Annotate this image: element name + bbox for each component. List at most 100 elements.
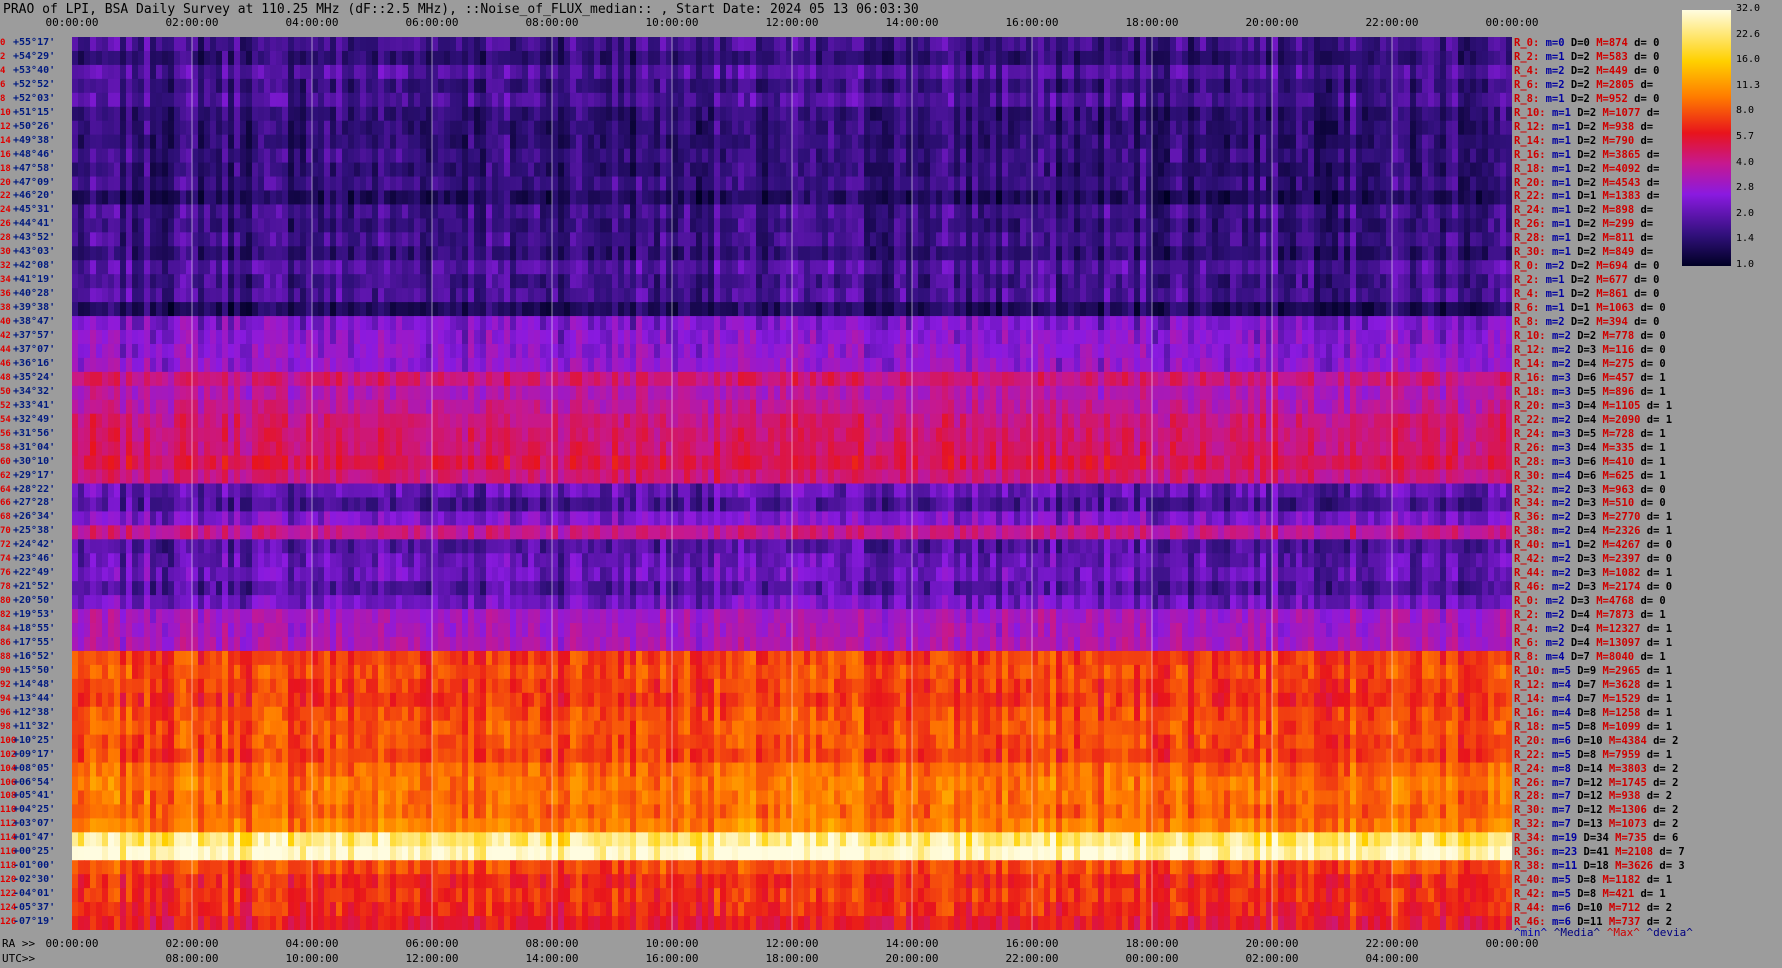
heatmap-cell — [450, 274, 457, 289]
heatmap-cell — [1224, 176, 1231, 192]
heatmap-cell — [480, 246, 487, 261]
heatmap-cell — [1500, 162, 1507, 178]
heatmap-cell — [738, 288, 745, 303]
heatmap-cell — [582, 190, 589, 206]
heatmap-cell — [600, 218, 607, 233]
heatmap-cell — [1302, 120, 1309, 136]
heatmap-cell — [522, 162, 529, 178]
heatmap-cell — [1236, 274, 1243, 289]
declination-label: 120-02°30' — [0, 874, 55, 885]
heatmap-cell — [174, 260, 181, 275]
heatmap-cell — [816, 274, 823, 289]
heatmap-cell — [378, 106, 385, 122]
heatmap-cell — [1020, 120, 1027, 136]
heatmap-cell — [168, 246, 175, 261]
heatmap-cell — [1206, 204, 1213, 219]
heatmap-cell — [420, 162, 427, 178]
heatmap-cell — [474, 134, 481, 150]
heatmap-cell — [1104, 204, 1111, 219]
heatmap-cell — [498, 148, 505, 164]
heatmap-cell — [624, 120, 631, 136]
heatmap-cell — [366, 204, 373, 219]
heatmap-cell — [360, 302, 367, 317]
heatmap-cell — [1212, 204, 1219, 219]
heatmap-cell — [1392, 37, 1399, 52]
heatmap-cell — [1350, 176, 1357, 192]
declination-label: 12 +50°26' — [0, 121, 55, 132]
heatmap-cell — [282, 302, 289, 317]
heatmap-cell — [894, 162, 901, 178]
heatmap-cell — [336, 274, 343, 289]
heatmap-cell — [1002, 162, 1009, 178]
heatmap-cell — [486, 162, 493, 178]
heatmap-cell — [804, 106, 811, 122]
heatmap-cell — [258, 218, 265, 233]
heatmap-cell — [396, 64, 403, 80]
heatmap-cell — [876, 260, 883, 275]
heatmap-cell — [1464, 148, 1471, 164]
declination-value: +32°49' — [13, 413, 56, 425]
heatmap-cell — [1302, 260, 1309, 275]
heatmap-cell — [252, 50, 259, 66]
heatmap-cell — [738, 260, 745, 275]
row-index: 16 — [0, 149, 11, 160]
row-index: 100 — [0, 735, 17, 746]
heatmap-cell — [930, 120, 937, 136]
heatmap-cell — [684, 148, 691, 164]
heatmap-cell — [1332, 246, 1339, 261]
heatmap-cell — [1236, 64, 1243, 80]
heatmap-cell — [642, 302, 649, 317]
heatmap-cell — [384, 134, 391, 150]
heatmap-cell — [648, 274, 655, 289]
heatmap-cell — [816, 78, 823, 94]
heatmap-cell — [1254, 302, 1261, 317]
heatmap-cell — [822, 92, 829, 108]
heatmap-cell — [540, 274, 547, 289]
heatmap-cell — [1392, 218, 1399, 233]
heatmap-cell — [1122, 302, 1129, 317]
heatmap-cell — [234, 106, 241, 122]
heatmap-cell — [966, 78, 973, 94]
heatmap-cell — [888, 218, 895, 233]
heatmap-cell — [588, 50, 595, 66]
heatmap-cell — [558, 204, 565, 219]
heatmap-cell — [1182, 37, 1189, 52]
heatmap-cell — [90, 120, 97, 136]
row-index: 62 — [0, 470, 11, 481]
declination-value: +55°17' — [13, 37, 56, 48]
declination-label: 114+01°47' — [0, 832, 55, 843]
heatmap-cell — [318, 190, 325, 206]
heatmap-cell — [252, 106, 259, 122]
heatmap-cell — [414, 37, 421, 52]
heatmap-cell — [1380, 176, 1387, 192]
heatmap-cell — [270, 106, 277, 122]
heatmap-cell — [528, 120, 535, 136]
heatmap-cell — [1176, 302, 1183, 317]
declination-value: +17°55' — [13, 636, 56, 648]
heatmap-cell — [138, 246, 145, 261]
heatmap-cell — [366, 92, 373, 108]
heatmap-cell — [600, 134, 607, 150]
heatmap-cell — [618, 92, 625, 108]
heatmap-cell — [954, 176, 961, 192]
heatmap-cell — [414, 92, 421, 108]
heatmap-cell — [1194, 274, 1201, 289]
heatmap-cell — [1110, 162, 1117, 178]
heatmap-cell — [1260, 176, 1267, 192]
heatmap-cell — [954, 288, 961, 303]
declination-label: 70 +25°38' — [0, 525, 55, 536]
heatmap-cell — [582, 232, 589, 247]
heatmap-cell — [486, 120, 493, 136]
heatmap-cell — [1272, 78, 1279, 94]
heatmap-cell — [1086, 190, 1093, 206]
heatmap-cell — [240, 302, 247, 317]
heatmap-cell — [1338, 218, 1345, 233]
heatmap-cell — [1062, 288, 1069, 303]
row-index: 122 — [0, 889, 17, 900]
heatmap-cell — [1392, 64, 1399, 80]
heatmap-cell — [84, 50, 91, 66]
heatmap-cell — [228, 302, 235, 317]
heatmap-cell — [810, 190, 817, 206]
heatmap-cell — [390, 176, 397, 192]
heatmap-cell — [1032, 204, 1039, 219]
